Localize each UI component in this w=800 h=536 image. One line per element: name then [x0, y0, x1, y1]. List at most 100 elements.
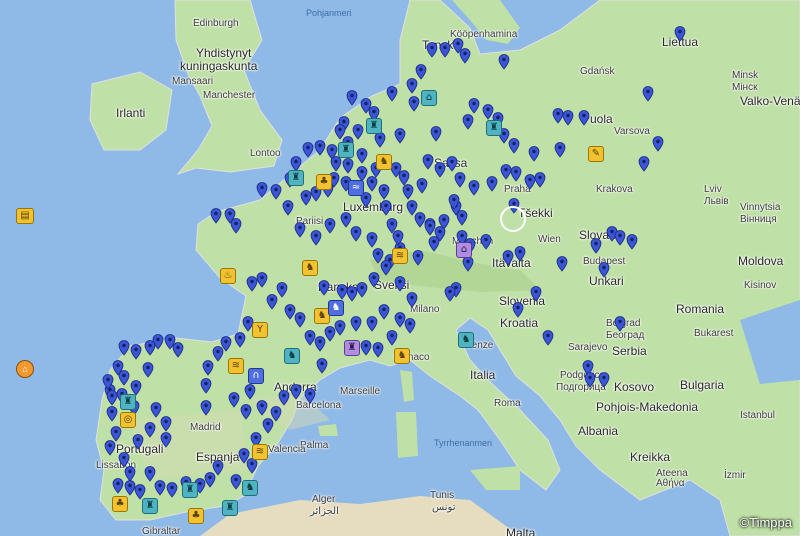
- map-pin-marker[interactable]: [166, 482, 178, 498]
- map-poi-icon[interactable]: ♜: [486, 120, 502, 136]
- map-pin-marker[interactable]: [270, 184, 282, 200]
- map-poi-icon[interactable]: ⌂: [456, 242, 472, 258]
- map-poi-icon[interactable]: ♣: [112, 496, 128, 512]
- map-pin-marker[interactable]: [356, 282, 368, 298]
- map-pin-marker[interactable]: [118, 370, 130, 386]
- map-pin-marker[interactable]: [256, 182, 268, 198]
- map-pin-marker[interactable]: [584, 372, 596, 388]
- map-pin-marker[interactable]: [430, 126, 442, 142]
- map-pin-marker[interactable]: [132, 434, 144, 450]
- map-poi-icon[interactable]: ♜: [338, 142, 354, 158]
- map-poi-icon[interactable]: ⌂: [421, 90, 437, 106]
- map-pin-marker[interactable]: [426, 42, 438, 58]
- map-pin-marker[interactable]: [394, 276, 406, 292]
- map-poi-icon[interactable]: ♜: [142, 498, 158, 514]
- map-poi-icon[interactable]: ♜: [366, 118, 382, 134]
- map-pin-marker[interactable]: [480, 234, 492, 250]
- map-pin-marker[interactable]: [256, 400, 268, 416]
- map-poi-icon[interactable]: ♣: [316, 174, 332, 190]
- map-pin-marker[interactable]: [310, 230, 322, 246]
- map-poi-icon[interactable]: ♜: [344, 340, 360, 356]
- map-pin-marker[interactable]: [642, 86, 654, 102]
- map-pin-marker[interactable]: [278, 390, 290, 406]
- map-pin-marker[interactable]: [210, 208, 222, 224]
- map-pin-marker[interactable]: [304, 388, 316, 404]
- map-pin-marker[interactable]: [374, 132, 386, 148]
- map-pin-marker[interactable]: [366, 232, 378, 248]
- map-pin-marker[interactable]: [394, 128, 406, 144]
- map-poi-icon[interactable]: ♞: [284, 348, 300, 364]
- map-pin-marker[interactable]: [456, 210, 468, 226]
- map-pin-marker[interactable]: [578, 110, 590, 126]
- map-pin-marker[interactable]: [424, 220, 436, 236]
- map-pin-marker[interactable]: [556, 256, 568, 272]
- map-pin-marker[interactable]: [444, 286, 456, 302]
- map-pin-marker[interactable]: [598, 262, 610, 278]
- map-pin-marker[interactable]: [330, 156, 342, 172]
- map-pin-marker[interactable]: [378, 184, 390, 200]
- map-pin-marker[interactable]: [356, 148, 368, 164]
- map-pin-marker[interactable]: [542, 330, 554, 346]
- map-pin-marker[interactable]: [416, 178, 428, 194]
- map-pin-marker[interactable]: [130, 344, 142, 360]
- map-pin-marker[interactable]: [290, 384, 302, 400]
- map-pin-marker[interactable]: [439, 42, 451, 58]
- map-poi-icon[interactable]: ◎: [120, 412, 136, 428]
- map-pin-marker[interactable]: [554, 142, 566, 158]
- map-poi-icon[interactable]: ♞: [328, 300, 344, 316]
- map-poi-icon[interactable]: ♞: [394, 348, 410, 364]
- map-pin-marker[interactable]: [282, 200, 294, 216]
- map-pin-marker[interactable]: [468, 98, 480, 114]
- map-pin-marker[interactable]: [530, 286, 542, 302]
- map-pin-marker[interactable]: [412, 250, 424, 266]
- map-pin-marker[interactable]: [102, 374, 114, 390]
- map-pin-marker[interactable]: [486, 176, 498, 192]
- map-pin-marker[interactable]: [270, 406, 282, 422]
- map-pin-marker[interactable]: [404, 318, 416, 334]
- museum-poi-icon[interactable]: ⌂: [16, 360, 34, 378]
- map-pin-marker[interactable]: [590, 238, 602, 254]
- map-pin-marker[interactable]: [118, 340, 130, 356]
- map-pin-marker[interactable]: [246, 276, 258, 292]
- map-pin-marker[interactable]: [202, 360, 214, 376]
- map-pin-marker[interactable]: [350, 316, 362, 332]
- map-pin-marker[interactable]: [638, 156, 650, 172]
- map-poi-icon[interactable]: ♜: [222, 500, 238, 516]
- map-poi-icon[interactable]: ≋: [252, 444, 268, 460]
- map-pin-marker[interactable]: [360, 340, 372, 356]
- map-pin-marker[interactable]: [244, 384, 256, 400]
- map-poi-icon[interactable]: ♜: [120, 394, 136, 410]
- map-pin-marker[interactable]: [350, 226, 362, 242]
- map-poi-icon[interactable]: ♜: [182, 482, 198, 498]
- map-pin-marker[interactable]: [160, 432, 172, 448]
- map-pin-marker[interactable]: [406, 292, 418, 308]
- map-pin-marker[interactable]: [380, 200, 392, 216]
- map-poi-icon[interactable]: ♞: [376, 154, 392, 170]
- map-pin-marker[interactable]: [104, 440, 116, 456]
- map-pin-marker[interactable]: [614, 316, 626, 332]
- map-pin-marker[interactable]: [448, 194, 460, 210]
- map-pin-marker[interactable]: [302, 142, 314, 158]
- map-pin-marker[interactable]: [164, 334, 176, 350]
- map-pin-marker[interactable]: [514, 246, 526, 262]
- map-pin-marker[interactable]: [144, 422, 156, 438]
- map-pin-marker[interactable]: [626, 234, 638, 250]
- map-poi-icon[interactable]: ✎: [588, 146, 604, 162]
- map-pin-marker[interactable]: [366, 176, 378, 192]
- map-pin-marker[interactable]: [372, 342, 384, 358]
- map-pin-marker[interactable]: [160, 416, 172, 432]
- map-pin-marker[interactable]: [406, 78, 418, 94]
- map-pin-marker[interactable]: [512, 302, 524, 318]
- map-pin-marker[interactable]: [598, 372, 610, 388]
- map-poi-icon[interactable]: ♨: [220, 268, 236, 284]
- europe-map[interactable]: Pohjanmeri Edinburgh Yhdistynyt kuningaskun…: [0, 0, 800, 536]
- map-pin-marker[interactable]: [366, 316, 378, 332]
- map-pin-marker[interactable]: [459, 48, 471, 64]
- map-poi-icon[interactable]: ≋: [392, 248, 408, 264]
- map-pin-marker[interactable]: [334, 124, 346, 140]
- map-pin-marker[interactable]: [378, 304, 390, 320]
- map-poi-icon[interactable]: ♜: [288, 170, 304, 186]
- map-pin-marker[interactable]: [154, 480, 166, 496]
- map-poi-icon[interactable]: Y: [252, 322, 268, 338]
- map-pin-marker[interactable]: [224, 208, 236, 224]
